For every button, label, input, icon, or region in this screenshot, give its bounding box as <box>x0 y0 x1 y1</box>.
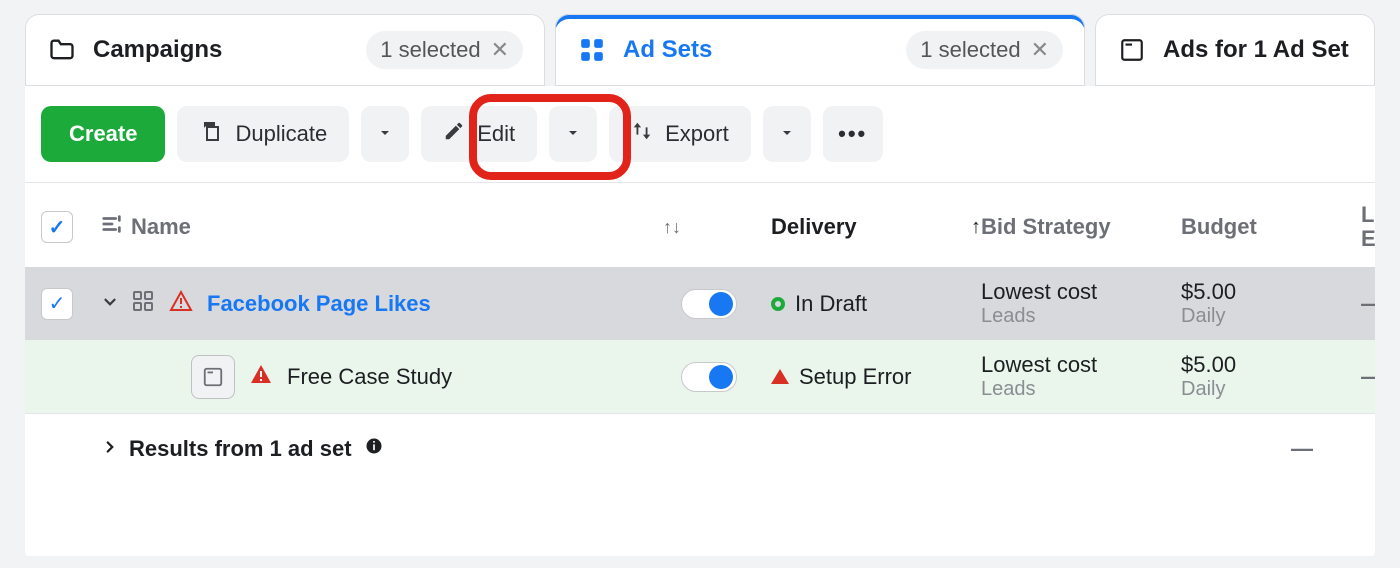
table-row[interactable]: Free Case Study Setup Error Lowest cost … <box>25 340 1375 414</box>
grid-icon <box>577 35 607 65</box>
select-all-checkbox[interactable]: ✓ <box>41 211 73 243</box>
tab-ads[interactable]: Ads for 1 Ad Set <box>1095 14 1375 86</box>
chevron-down-icon[interactable] <box>101 291 117 317</box>
budget-sub: Daily <box>1181 378 1361 401</box>
close-icon[interactable]: ✕ <box>491 37 509 63</box>
adsets-selected-chip[interactable]: 1 selected ✕ <box>906 31 1063 69</box>
adsets-panel: Create Duplicate Edit <box>25 86 1375 556</box>
info-icon[interactable] <box>364 436 384 462</box>
bid-value: Lowest cost <box>981 279 1181 305</box>
create-label: Create <box>69 121 137 147</box>
delivery-value: In Draft <box>795 291 867 317</box>
close-icon[interactable]: ✕ <box>1031 37 1049 63</box>
campaigns-selected-chip[interactable]: 1 selected ✕ <box>366 31 523 69</box>
results-last-value: — <box>1291 436 1361 462</box>
budget-value: $5.00 <box>1181 279 1361 305</box>
edit-label: Edit <box>477 121 515 147</box>
export-label: Export <box>665 121 729 147</box>
export-dropdown[interactable] <box>763 106 811 162</box>
budget-sub: Daily <box>1181 305 1361 328</box>
results-summary-row[interactable]: Results from 1 ad set — <box>25 414 1375 474</box>
chip-text: 1 selected <box>920 37 1020 63</box>
col-name[interactable]: Name <box>131 214 191 240</box>
level-tabs: Campaigns 1 selected ✕ Ad Sets 1 selecte… <box>0 0 1400 86</box>
ad-icon <box>1117 35 1147 65</box>
sort-arrows-icon <box>631 120 653 148</box>
warning-icon <box>249 362 273 392</box>
col-bid[interactable]: Bid Strategy <box>981 214 1111 240</box>
caret-down-icon <box>377 121 393 147</box>
bid-value: Lowest cost <box>981 352 1181 378</box>
ad-item-icon <box>191 355 235 399</box>
toolbar: Create Duplicate Edit <box>25 106 1375 183</box>
row-name[interactable]: Facebook Page Likes <box>207 291 431 317</box>
last-edit-value: — <box>1361 364 1375 390</box>
tab-campaigns-label: Campaigns <box>93 36 222 64</box>
col-delivery[interactable]: Delivery <box>771 214 857 240</box>
settings-filter-icon[interactable] <box>101 213 123 241</box>
status-error-icon <box>771 369 789 384</box>
row-toggle[interactable] <box>681 362 737 392</box>
caret-down-icon <box>779 121 795 147</box>
row-checkbox[interactable]: ✓ <box>41 288 73 320</box>
last-edit-value: — <box>1361 291 1375 317</box>
bid-sub: Leads <box>981 305 1181 328</box>
sort-asc-icon[interactable]: ↑ <box>971 216 981 239</box>
sort-icon[interactable]: ↑↓ <box>663 217 681 238</box>
export-button[interactable]: Export <box>609 106 751 162</box>
chevron-right-icon[interactable] <box>101 436 117 462</box>
col-last-edit[interactable]: Last S Edit <box>1361 203 1375 251</box>
chip-text: 1 selected <box>380 37 480 63</box>
table-header: ✓ Name ↑↓ Delivery ↑ Bid Strategy Budget… <box>25 183 1375 267</box>
folder-icon <box>47 35 77 65</box>
duplicate-dropdown[interactable] <box>361 106 409 162</box>
caret-down-icon <box>565 121 581 147</box>
edit-button[interactable]: Edit <box>421 106 537 162</box>
status-draft-icon <box>771 297 785 311</box>
delivery-value: Setup Error <box>799 364 912 390</box>
tab-adsets-label: Ad Sets <box>623 36 712 64</box>
row-toggle[interactable] <box>681 289 737 319</box>
edit-dropdown[interactable] <box>549 106 597 162</box>
copy-icon <box>199 119 223 149</box>
bid-sub: Leads <box>981 378 1181 401</box>
ellipsis-icon: ••• <box>838 121 867 147</box>
tab-adsets[interactable]: Ad Sets 1 selected ✕ <box>555 14 1085 86</box>
table-row[interactable]: ✓ Facebook Page Likes I <box>25 267 1375 340</box>
tab-campaigns[interactable]: Campaigns 1 selected ✕ <box>25 14 545 86</box>
col-budget[interactable]: Budget <box>1181 214 1257 240</box>
warning-icon <box>169 289 193 319</box>
results-label: Results from 1 ad set <box>129 436 352 462</box>
grid-small-icon <box>131 289 155 319</box>
duplicate-label: Duplicate <box>235 121 327 147</box>
tab-ads-label: Ads for 1 Ad Set <box>1163 36 1349 64</box>
duplicate-button[interactable]: Duplicate <box>177 106 349 162</box>
pencil-icon <box>443 120 465 148</box>
budget-value: $5.00 <box>1181 352 1361 378</box>
row-name[interactable]: Free Case Study <box>287 364 452 390</box>
create-button[interactable]: Create <box>41 106 165 162</box>
more-button[interactable]: ••• <box>823 106 883 162</box>
